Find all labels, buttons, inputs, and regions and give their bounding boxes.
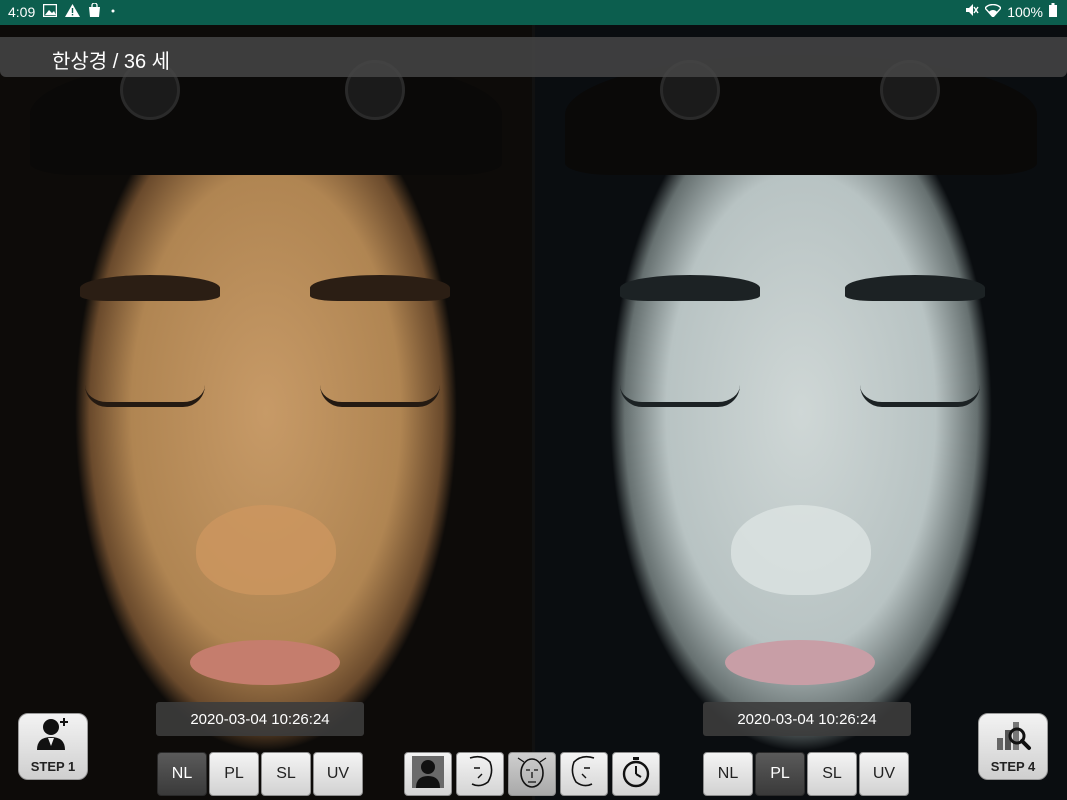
face-left-icon (462, 754, 498, 795)
chart-search-icon (994, 716, 1032, 757)
view-front-face-button[interactable] (508, 752, 556, 796)
nose (196, 505, 336, 595)
eye (620, 385, 740, 407)
left-timestamp: 2020-03-04 10:26:24 (156, 702, 364, 736)
right-mode-sl-button[interactable]: SL (807, 752, 857, 796)
eye (85, 385, 205, 407)
view-left-face-button[interactable] (456, 752, 504, 796)
left-mode-pl-button[interactable]: PL (209, 752, 259, 796)
wifi-icon (984, 3, 1003, 20)
alert-icon (65, 3, 81, 20)
right-timestamp: 2020-03-04 10:26:24 (703, 702, 911, 736)
eyebrow (845, 275, 985, 301)
right-face-photo[interactable] (535, 25, 1067, 800)
step1-button[interactable]: STEP 1 (18, 713, 88, 780)
patient-name: 한상경 / 36 세 (52, 51, 171, 73)
image-icon (43, 3, 58, 20)
face-front-icon (514, 754, 550, 795)
face-image (0, 25, 532, 800)
view-profile-button[interactable] (404, 752, 452, 796)
clock: 4:09 (8, 3, 36, 20)
left-face-photo[interactable] (0, 25, 532, 800)
patient-header: 한상경 / 36 세 (0, 37, 1067, 77)
face-image (535, 25, 1067, 800)
step4-button[interactable]: STEP 4 (978, 713, 1048, 780)
eye (320, 385, 440, 407)
left-mode-nl-button[interactable]: NL (157, 752, 207, 796)
right-mode-pl-button[interactable]: PL (755, 752, 805, 796)
face-right-icon (566, 754, 602, 795)
user-profile-icon (411, 755, 445, 794)
left-mode-sl-button[interactable]: SL (261, 752, 311, 796)
step4-label: STEP 4 (990, 759, 1036, 774)
battery-percent: 100% (1007, 3, 1043, 20)
nose (731, 505, 871, 595)
eyebrow (620, 275, 760, 301)
step1-label: STEP 1 (30, 759, 76, 774)
right-mode-uv-button[interactable]: UV (859, 752, 909, 796)
mouth (190, 640, 340, 685)
view-right-face-button[interactable] (560, 752, 608, 796)
bag-icon (88, 2, 101, 20)
right-mode-nl-button[interactable]: NL (703, 752, 753, 796)
dot-icon (109, 3, 117, 20)
add-user-icon (34, 716, 72, 757)
mute-icon (965, 3, 979, 20)
timer-icon (619, 755, 653, 794)
mouth (725, 640, 875, 685)
eyebrow (80, 275, 220, 301)
eye (860, 385, 980, 407)
eyebrow (310, 275, 450, 301)
status-bar: 4:09 100% (0, 0, 1067, 25)
left-mode-uv-button[interactable]: UV (313, 752, 363, 796)
battery-icon (1049, 3, 1057, 20)
view-timer-button[interactable] (612, 752, 660, 796)
